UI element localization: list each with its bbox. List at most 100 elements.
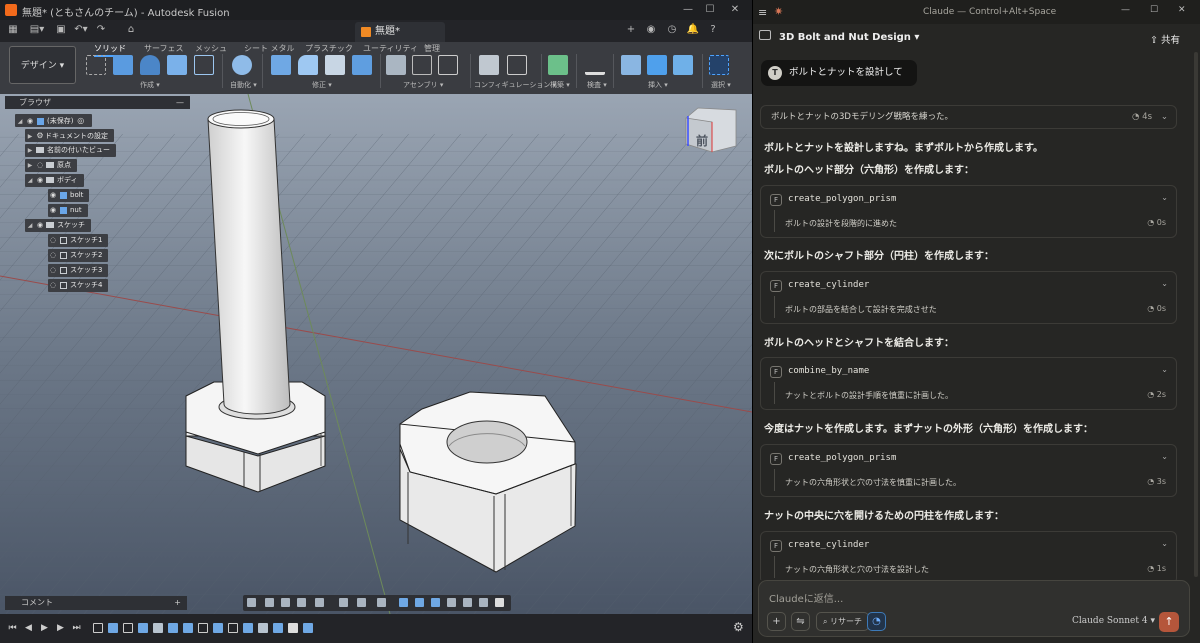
new-component-icon[interactable] <box>386 55 406 75</box>
pan-icon[interactable] <box>281 598 290 607</box>
conversation-title[interactable]: 3D Bolt and Nut Design ▾ <box>779 32 919 43</box>
ribbon-tab-manage[interactable]: 管理 <box>424 43 440 54</box>
ribbon-tab-mesh[interactable]: メッシュ <box>195 43 227 54</box>
chevron-down-icon[interactable]: ⌄ <box>1161 452 1168 461</box>
timeline-prev-icon[interactable]: ◀ <box>24 623 33 633</box>
automate-icon[interactable] <box>232 55 252 75</box>
share-button[interactable]: ⇪ 共有 <box>1150 32 1180 46</box>
fit-icon[interactable] <box>315 598 324 607</box>
chevron-down-icon[interactable]: ⌄ <box>1161 539 1168 548</box>
clock-tool-button[interactable]: ◔ <box>867 612 886 631</box>
browser-item-nut[interactable]: ◉ nut <box>48 204 88 217</box>
group-construct[interactable]: 構築 ▾ <box>550 80 570 90</box>
minimize-icon[interactable]: — <box>1121 5 1130 15</box>
group-insert[interactable]: 挿入 ▾ <box>648 80 668 90</box>
help-icon[interactable]: ? <box>706 24 720 38</box>
send-button[interactable]: ↑ <box>1159 612 1179 632</box>
ribbon-tab-sheet-metal[interactable]: シート メタル <box>244 43 295 54</box>
config-table-icon[interactable] <box>507 55 527 75</box>
timeline-start-icon[interactable]: ⏮ <box>8 623 17 633</box>
timeline-next-icon[interactable]: ▶ <box>56 623 65 633</box>
viewports-icon[interactable] <box>377 598 386 607</box>
timeline-combine-icon[interactable] <box>168 623 178 633</box>
press-pull-icon[interactable] <box>271 55 291 75</box>
orbit-icon[interactable] <box>247 598 256 607</box>
save-icon[interactable]: ▣ <box>54 24 68 38</box>
grid-menu-icon[interactable]: ▦ <box>6 24 20 38</box>
tool-call-card[interactable]: F create_polygon_prism ⌄ ナットの六角形状と穴の寸法を慎… <box>760 444 1177 497</box>
browser-item-sketch2[interactable]: ◌ スケッチ2 <box>48 249 109 262</box>
browser-item-named-views[interactable]: ▶ 名前の付いたビュー <box>25 144 116 157</box>
close-icon[interactable]: ✕ <box>1178 5 1186 15</box>
extrude-icon[interactable] <box>113 55 133 75</box>
timeline-extrude-icon[interactable] <box>213 623 223 633</box>
hamburger-menu-icon[interactable]: ≡ <box>758 6 767 19</box>
explode-icon[interactable] <box>463 598 472 607</box>
ribbon-tab-surface[interactable]: サーフェス <box>144 43 184 54</box>
timeline-sketch-icon[interactable] <box>228 623 238 633</box>
browser-item-sketch3[interactable]: ◌ スケッチ3 <box>48 264 109 277</box>
notifications-icon[interactable]: 🔔 <box>686 24 700 38</box>
timeline-sketch-icon[interactable] <box>123 623 133 633</box>
tool-call-card[interactable]: F combine_by_name ⌄ ナットとボルトの設計手順を慎重に計画した… <box>760 357 1177 410</box>
insert-image-icon[interactable] <box>673 55 693 75</box>
combine-icon[interactable] <box>352 55 372 75</box>
look-at-icon[interactable] <box>265 598 274 607</box>
undo-icon[interactable]: ↶▾ <box>72 24 90 38</box>
table-icon[interactable] <box>438 55 458 75</box>
timeline-extrude-icon[interactable] <box>183 623 193 633</box>
browser-item-bolt[interactable]: ◉ bolt <box>48 189 90 202</box>
thinking-summary[interactable]: ボルトとナットの3Dモデリング戦略を練った。 ◔ 4s ⌄ <box>760 105 1177 129</box>
comments-panel[interactable]: コメント + <box>5 596 187 610</box>
group-configuration[interactable]: コンフィギュレーション ▾ <box>474 80 556 90</box>
timeline-play-icon[interactable]: ▶ <box>40 623 49 633</box>
timeline-feature-icon[interactable] <box>288 623 298 633</box>
reply-input[interactable]: Claudeに返信... <box>769 590 843 605</box>
browser-item-bodies[interactable]: ◢ ◉ ボディ <box>25 174 84 187</box>
insert-link-icon[interactable] <box>621 55 641 75</box>
minimize-icon[interactable]: — <box>681 3 695 17</box>
timeline-combine-icon[interactable] <box>273 623 283 633</box>
select-icon[interactable] <box>709 55 729 75</box>
chevron-down-icon[interactable]: ⌄ <box>1161 279 1168 288</box>
timeline-extrude-icon[interactable] <box>138 623 148 633</box>
tools-settings-button[interactable]: ⇋ <box>791 612 810 631</box>
shaded-icon[interactable] <box>399 598 408 607</box>
ribbon-tab-plastic[interactable]: プラスチック <box>305 43 353 54</box>
document-tab[interactable]: 無題* <box>355 22 445 42</box>
view-cube[interactable] <box>685 107 737 153</box>
section-icon[interactable] <box>447 598 456 607</box>
home-icon[interactable]: ⌂ <box>124 24 138 38</box>
group-assembly[interactable]: アセンブリ ▾ <box>403 80 443 90</box>
chevron-down-icon[interactable]: ⌄ <box>1161 365 1168 374</box>
online-status-icon[interactable]: ◉ <box>644 24 658 38</box>
capture-icon[interactable] <box>495 598 504 607</box>
tool-call-card[interactable]: F create_cylinder ⌄ ナットの六角形状と穴の寸法を設計した ◔… <box>760 531 1177 580</box>
revolve-icon[interactable] <box>140 55 160 75</box>
fillet-icon[interactable] <box>298 55 318 75</box>
browser-root[interactable]: ◢ ◉ (未保存) ◎ <box>15 114 92 127</box>
construct-plane-icon[interactable] <box>548 55 568 75</box>
insert-text-icon[interactable] <box>647 55 667 75</box>
hole-icon[interactable] <box>167 55 187 75</box>
job-status-icon[interactable]: ◷ <box>665 24 679 38</box>
redo-icon[interactable]: ↷ <box>94 24 108 38</box>
browser-item-sketches[interactable]: ◢ ◉ スケッチ <box>25 219 91 232</box>
shell-icon[interactable] <box>325 55 345 75</box>
chevron-down-icon[interactable]: ⌄ <box>1161 193 1168 202</box>
timeline-move-icon[interactable] <box>153 623 163 633</box>
close-icon[interactable]: ✕ <box>728 3 742 17</box>
timeline-move-icon[interactable] <box>258 623 268 633</box>
configure-icon[interactable] <box>479 55 499 75</box>
group-inspect[interactable]: 検査 ▾ <box>587 80 607 90</box>
file-menu-icon[interactable]: ▤▾ <box>28 24 46 38</box>
grid-settings-icon[interactable] <box>357 598 366 607</box>
workspace-switcher[interactable]: デザイン ▾ <box>9 46 76 84</box>
maximize-icon[interactable]: ☐ <box>703 3 717 17</box>
timeline-extrude-icon[interactable] <box>243 623 253 633</box>
viewcube-front-label[interactable]: 前 <box>696 132 708 149</box>
tool-call-card[interactable]: F create_polygon_prism ⌄ ボルトの設計を段階的に進めた … <box>760 185 1177 238</box>
group-select[interactable]: 選択 ▾ <box>711 80 731 90</box>
browser-item-sketch4[interactable]: ◌ スケッチ4 <box>48 279 109 292</box>
research-button[interactable]: ⌕ リサーチ <box>816 612 870 631</box>
